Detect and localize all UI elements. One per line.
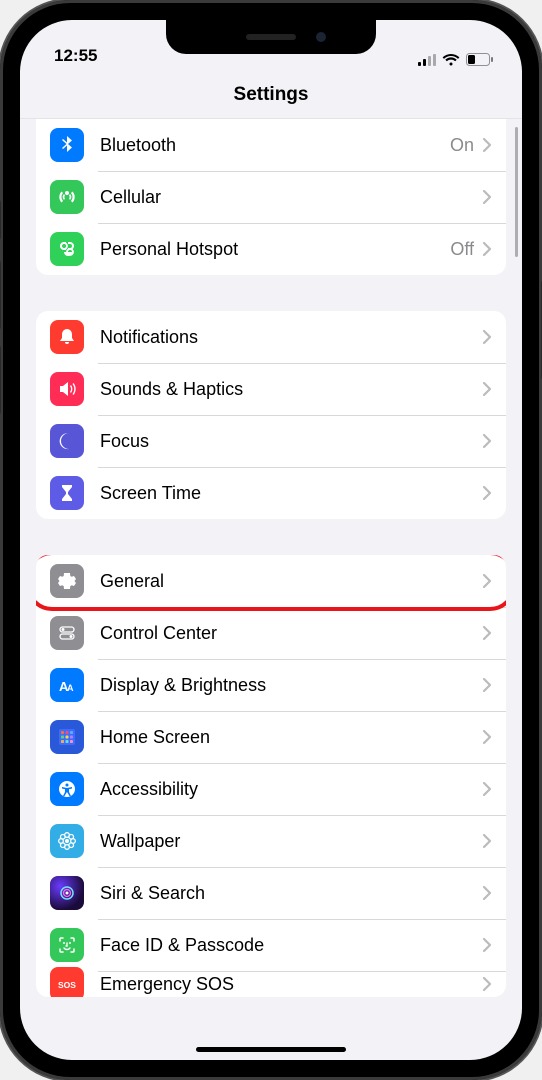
settings-group: General Control Center Display & Brightn…: [36, 555, 506, 997]
chevron-right-icon: [482, 433, 492, 449]
chevron-right-icon: [482, 189, 492, 205]
settings-row-general[interactable]: General: [36, 555, 506, 607]
notch: [166, 20, 376, 54]
settings-row-wallpaper[interactable]: Wallpaper: [36, 815, 506, 867]
screen: 12:55 Settings Bluetooth On: [20, 20, 522, 1060]
row-label: Bluetooth: [100, 135, 450, 156]
settings-row-cellular[interactable]: Cellular: [36, 171, 506, 223]
wifi-icon: [442, 53, 460, 66]
row-label: Wallpaper: [100, 831, 482, 852]
row-label: Cellular: [100, 187, 482, 208]
row-label: Control Center: [100, 623, 482, 644]
home-indicator[interactable]: [196, 1047, 346, 1052]
chevron-right-icon: [482, 625, 492, 641]
scroll-indicator[interactable]: [515, 127, 518, 257]
row-detail: On: [450, 135, 474, 156]
bluetooth-icon: [50, 128, 84, 162]
phone-frame: 12:55 Settings Bluetooth On: [0, 0, 542, 1080]
chevron-right-icon: [482, 485, 492, 501]
nav-header: Settings: [20, 70, 522, 119]
battery-icon: [466, 53, 494, 66]
content-scroll[interactable]: Bluetooth On Cellular Personal Hotspot O…: [20, 119, 522, 1060]
chevron-right-icon: [482, 329, 492, 345]
bell-icon: [50, 320, 84, 354]
status-time: 12:55: [54, 46, 97, 66]
settings-row-siri[interactable]: Siri & Search: [36, 867, 506, 919]
settings-group: Bluetooth On Cellular Personal Hotspot O…: [36, 119, 506, 275]
row-label: Notifications: [100, 327, 482, 348]
sos-icon: [50, 967, 84, 997]
chevron-right-icon: [482, 381, 492, 397]
settings-row-faceid[interactable]: Face ID & Passcode: [36, 919, 506, 971]
antenna-icon: [50, 180, 84, 214]
chevron-right-icon: [482, 137, 492, 153]
chevron-right-icon: [482, 241, 492, 257]
row-label: General: [100, 571, 482, 592]
hourglass-icon: [50, 476, 84, 510]
row-label: Siri & Search: [100, 883, 482, 904]
moon-icon: [50, 424, 84, 458]
row-label: Personal Hotspot: [100, 239, 450, 260]
chevron-right-icon: [482, 937, 492, 953]
settings-row-display[interactable]: Display & Brightness: [36, 659, 506, 711]
chevron-right-icon: [482, 976, 492, 992]
chevron-right-icon: [482, 885, 492, 901]
status-right: [418, 53, 494, 66]
settings-row-accessibility[interactable]: Accessibility: [36, 763, 506, 815]
row-label: Screen Time: [100, 483, 482, 504]
settings-row-hotspot[interactable]: Personal Hotspot Off: [36, 223, 506, 275]
gear-icon: [50, 564, 84, 598]
speaker-icon: [50, 372, 84, 406]
settings-row-focus[interactable]: Focus: [36, 415, 506, 467]
settings-row-notifications[interactable]: Notifications: [36, 311, 506, 363]
row-label: Home Screen: [100, 727, 482, 748]
switches-icon: [50, 616, 84, 650]
row-label: Sounds & Haptics: [100, 379, 482, 400]
settings-row-sounds[interactable]: Sounds & Haptics: [36, 363, 506, 415]
settings-row-controlcenter[interactable]: Control Center: [36, 607, 506, 659]
grid-icon: [50, 720, 84, 754]
link-icon: [50, 232, 84, 266]
chevron-right-icon: [482, 833, 492, 849]
cellular-signal-icon: [418, 54, 436, 66]
chevron-right-icon: [482, 729, 492, 745]
row-label: Face ID & Passcode: [100, 935, 482, 956]
settings-row-bluetooth[interactable]: Bluetooth On: [36, 119, 506, 171]
faceid-icon: [50, 928, 84, 962]
settings-row-screentime[interactable]: Screen Time: [36, 467, 506, 519]
chevron-right-icon: [482, 573, 492, 589]
settings-row-homescreen[interactable]: Home Screen: [36, 711, 506, 763]
settings-group: Notifications Sounds & Haptics Focus: [36, 311, 506, 519]
chevron-right-icon: [482, 677, 492, 693]
settings-row-sos[interactable]: Emergency SOS: [36, 971, 506, 997]
row-label: Display & Brightness: [100, 675, 482, 696]
chevron-right-icon: [482, 781, 492, 797]
page-title: Settings: [234, 84, 309, 105]
siri-icon: [50, 876, 84, 910]
row-label: Accessibility: [100, 779, 482, 800]
row-label: Focus: [100, 431, 482, 452]
row-label: Emergency SOS: [100, 974, 482, 995]
flower-icon: [50, 824, 84, 858]
accessibility-icon: [50, 772, 84, 806]
textsize-icon: [50, 668, 84, 702]
row-detail: Off: [450, 239, 474, 260]
